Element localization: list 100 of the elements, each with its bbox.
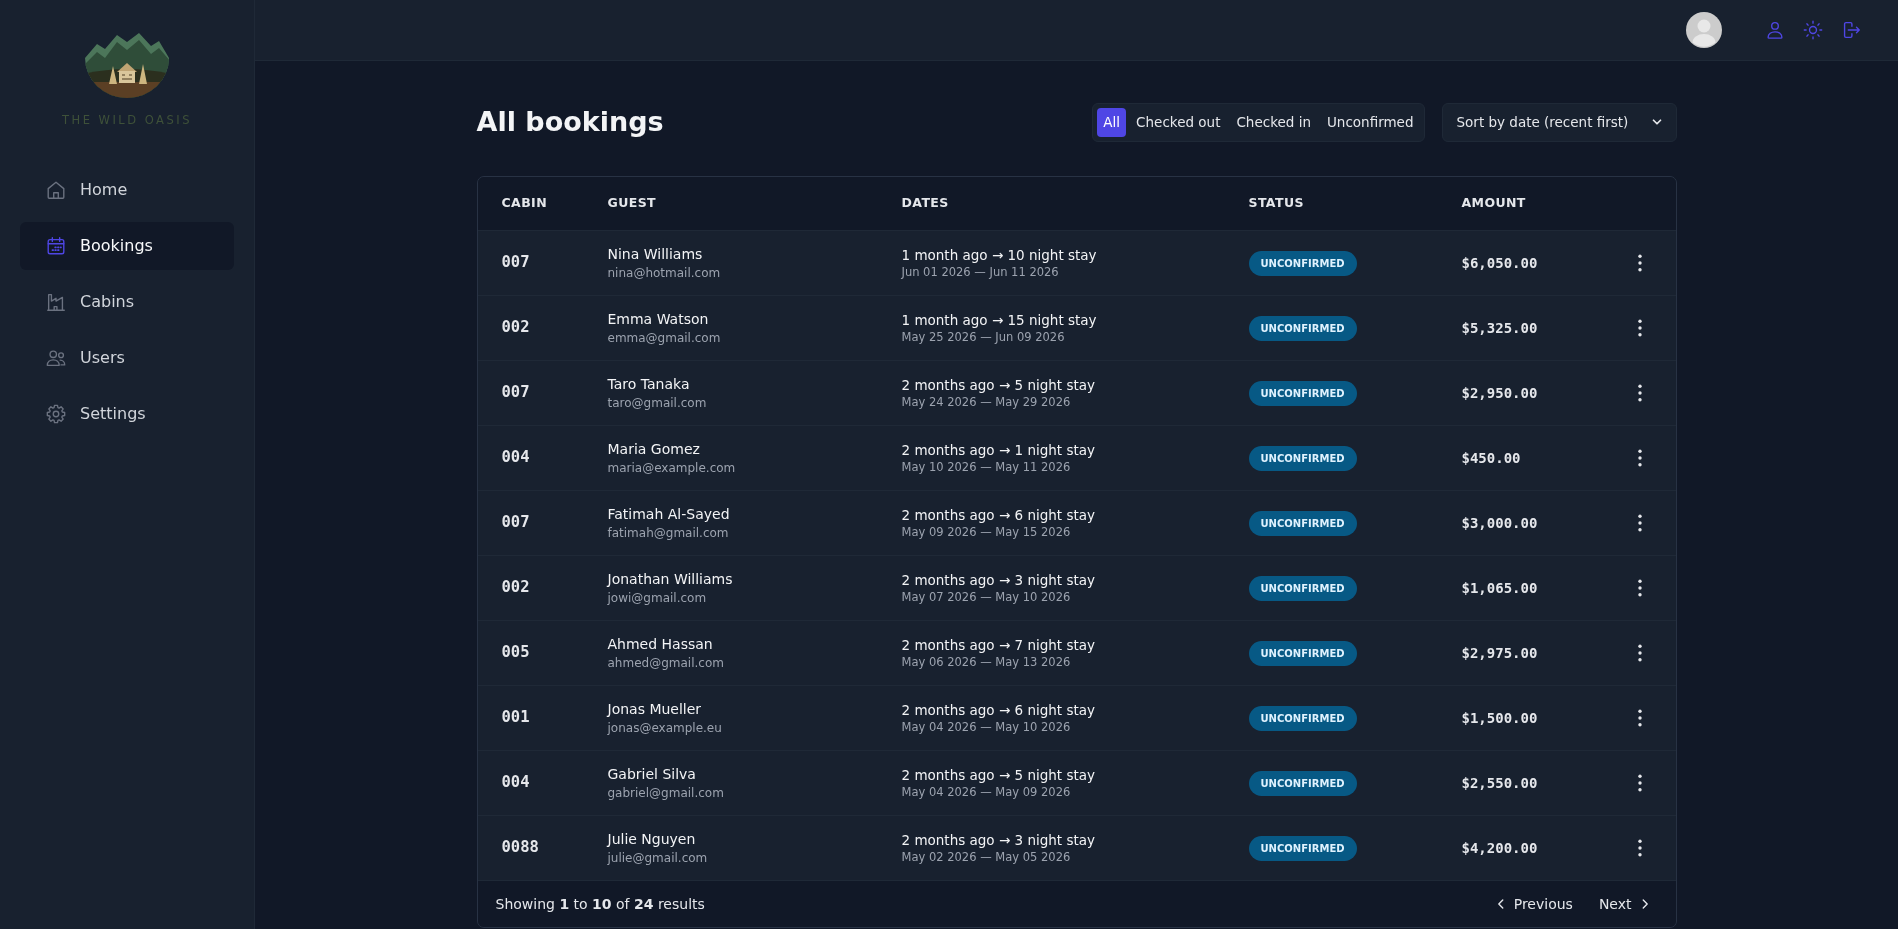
status-badge: UNCONFIRMED [1248,510,1357,536]
building-icon [45,291,67,313]
stay-summary: 2 months ago → 3 night stay [901,571,1095,588]
guest-email: jowi@gmail.com [607,590,707,606]
status-badge: UNCONFIRMED [1248,250,1357,276]
guest-email: julie@gmail.com [607,850,708,866]
filter-tab[interactable]: Checked in [1230,107,1317,137]
guest-name: Maria Gomez [607,440,700,458]
previous-page-button[interactable]: Previous [1487,889,1579,919]
stay-summary: 2 months ago → 6 night stay [901,701,1095,718]
booking-amount: $450.00 [1461,448,1521,468]
booking-amount: $2,950.00 [1461,383,1538,403]
vertical-dots-icon[interactable] [1637,579,1642,597]
guest-name: Jonathan Williams [607,570,733,588]
sort-select[interactable]: Sort by date (recent first) [1441,102,1677,142]
status-badge: UNCONFIRMED [1248,315,1357,341]
guest-name: Taro Tanaka [607,375,690,393]
guest-name: Nina Williams [607,245,703,263]
guest-name: Emma Watson [607,310,709,328]
nav-item[interactable]: Cabins [20,278,234,326]
guest-email: nina@hotmail.com [607,265,721,281]
date-range: May 06 2026 — May 13 2026 [901,655,1071,670]
nav-item[interactable]: Bookings [20,222,234,270]
status-badge: UNCONFIRMED [1248,770,1357,796]
guest-email: emma@gmail.com [607,330,721,346]
next-page-button[interactable]: Next [1592,889,1658,919]
avatar-icon [1686,12,1722,48]
status-badge: UNCONFIRMED [1248,380,1357,406]
column-header: GUEST [607,194,656,213]
stay-summary: 2 months ago → 5 night stay [901,766,1095,783]
booking-amount: $6,050.00 [1461,253,1538,273]
guest-email: fatimah@gmail.com [607,525,729,541]
guest-name: Gabriel Silva [607,765,696,783]
vertical-dots-icon[interactable] [1637,514,1642,532]
booking-amount: $5,325.00 [1461,318,1538,338]
vertical-dots-icon[interactable] [1637,644,1642,662]
guest-name: Jonas Mueller [607,700,702,718]
stay-summary: 2 months ago → 1 night stay [901,441,1095,458]
sun-icon[interactable] [1802,19,1824,41]
column-header: STATUS [1248,194,1304,213]
cabin-number: 005 [501,642,530,664]
filter-tab[interactable]: Unconfirmed [1320,107,1420,137]
column-header: DATES [901,194,949,213]
booking-amount: $3,000.00 [1461,513,1538,533]
guest-email: maria@example.com [607,460,736,476]
stay-summary: 1 month ago → 15 night stay [901,311,1097,328]
booking-amount: $1,065.00 [1461,578,1538,598]
vertical-dots-icon[interactable] [1637,709,1642,727]
cabin-number: 007 [501,252,530,274]
results-summary: Showing 1 to 10 of 24 results [495,894,705,914]
stay-summary: 2 months ago → 6 night stay [901,506,1095,523]
stay-summary: 2 months ago → 7 night stay [901,636,1095,653]
guest-name: Fatimah Al-Sayed [607,505,730,523]
vertical-dots-icon[interactable] [1637,319,1642,337]
stay-summary: 2 months ago → 5 night stay [901,376,1095,393]
nav-item[interactable]: Users [20,334,234,382]
booking-amount: $1,500.00 [1461,708,1538,728]
date-range: May 10 2026 — May 11 2026 [901,460,1071,475]
home-icon [45,179,67,201]
column-header: CABIN [501,194,547,213]
guest-email: taro@gmail.com [607,395,707,411]
cabin-number: 007 [501,512,530,534]
users-icon [45,347,67,369]
vertical-dots-icon[interactable] [1637,449,1642,467]
date-range: May 04 2026 — May 10 2026 [901,720,1071,735]
filter-tab[interactable]: All [1097,107,1127,137]
status-badge: UNCONFIRMED [1248,835,1357,861]
status-badge: UNCONFIRMED [1248,575,1357,601]
vertical-dots-icon[interactable] [1637,384,1642,402]
date-range: May 04 2026 — May 09 2026 [901,785,1071,800]
status-badge: UNCONFIRMED [1248,705,1357,731]
booking-amount: $2,550.00 [1461,773,1538,793]
date-range: May 02 2026 — May 05 2026 [901,850,1071,865]
cabin-number: 002 [501,317,530,339]
vertical-dots-icon[interactable] [1637,839,1642,857]
date-range: May 07 2026 — May 10 2026 [901,590,1071,605]
nav-item[interactable]: Settings [20,390,234,438]
vertical-dots-icon[interactable] [1637,774,1642,792]
stay-summary: 1 month ago → 10 night stay [901,246,1097,263]
guest-email: jonas@example.eu [607,720,722,736]
settings-icon [45,403,67,425]
filter-tab[interactable]: Checked out [1130,107,1227,137]
guest-email: gabriel@gmail.com [607,785,724,801]
guest-name: Julie Nguyen [607,830,696,848]
cabin-number: 007 [501,382,530,404]
page-title: All bookings [476,105,664,139]
date-range: Jun 01 2026 — Jun 11 2026 [901,265,1059,280]
cabin-number: 004 [501,772,530,794]
cabin-number: 004 [501,447,530,469]
date-range: May 24 2026 — May 29 2026 [901,395,1071,410]
vertical-dots-icon[interactable] [1637,254,1642,272]
booking-amount: $2,975.00 [1461,643,1538,663]
stay-summary: 2 months ago → 3 night stay [901,831,1095,848]
guest-name: Ahmed Hassan [607,635,713,653]
nav-item[interactable]: Home [20,166,234,214]
guest-email: ahmed@gmail.com [607,655,724,671]
booking-amount: $4,200.00 [1461,838,1538,858]
cabin-number: 002 [501,577,530,599]
column-header: AMOUNT [1461,194,1526,213]
cabin-number: 0088 [501,837,539,859]
